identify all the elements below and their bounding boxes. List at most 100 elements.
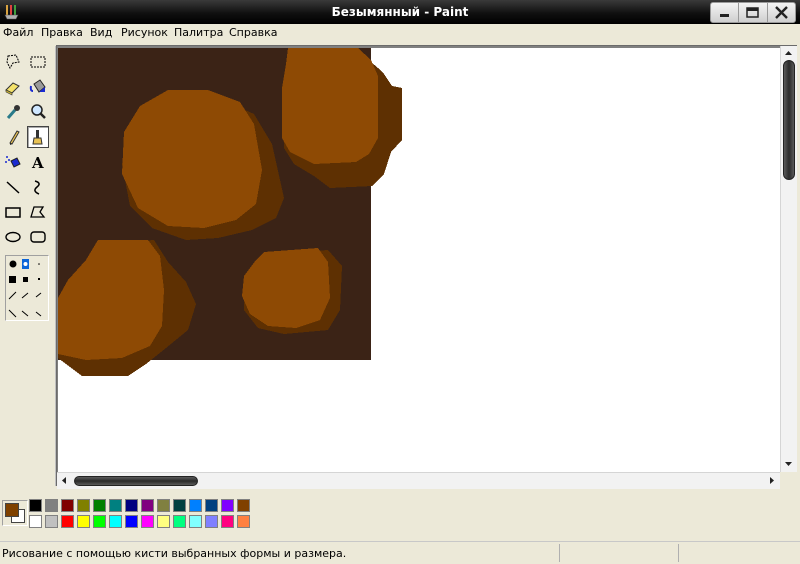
maximize-icon [746, 7, 760, 18]
status-text: Рисование с помощью кисти выбранных форм… [2, 547, 347, 560]
fill-bucket-icon [29, 79, 46, 93]
palette-swatch[interactable] [109, 499, 122, 512]
airbrush-icon [5, 156, 21, 168]
palette-swatch[interactable] [189, 515, 202, 528]
rectangle-icon [5, 207, 21, 218]
horizontal-scroll-thumb[interactable] [74, 476, 198, 486]
tool-free-form-select[interactable] [2, 51, 24, 73]
tool-rounded-rect[interactable] [27, 226, 49, 248]
palette-swatch[interactable] [173, 499, 186, 512]
foreground-color-swatch[interactable] [5, 503, 19, 517]
window-title: Безымянный - Paint [331, 5, 469, 19]
rect-select-icon [30, 56, 46, 68]
palette-swatch[interactable] [61, 499, 74, 512]
tool-airbrush[interactable] [2, 151, 24, 173]
palette-swatch[interactable] [141, 515, 154, 528]
palette-swatch[interactable] [125, 499, 138, 512]
tool-pencil[interactable] [2, 126, 24, 148]
palette-swatch[interactable] [189, 499, 202, 512]
tool-polygon[interactable] [27, 201, 49, 223]
tool-rectangle[interactable] [2, 201, 24, 223]
scroll-right-icon[interactable] [764, 473, 779, 488]
scroll-left-icon[interactable] [57, 473, 72, 488]
palette-swatch[interactable] [141, 499, 154, 512]
menu-edit[interactable]: Правка [41, 26, 83, 39]
close-button[interactable] [768, 3, 795, 22]
palette-swatch[interactable] [93, 499, 106, 512]
size-grip[interactable] [780, 472, 797, 488]
palette-swatch[interactable] [93, 515, 106, 528]
tool-ellipse[interactable] [2, 226, 24, 248]
brush-icon [32, 130, 43, 145]
minimize-button[interactable] [711, 3, 740, 22]
palette-swatch[interactable] [205, 515, 218, 528]
palette-swatch[interactable] [61, 515, 74, 528]
line-icon [6, 181, 20, 194]
palette-swatch[interactable] [205, 499, 218, 512]
canvas-blob-middle [242, 248, 342, 334]
tool-text[interactable]: A [27, 151, 49, 173]
status-bar: Рисование с помощью кисти выбранных форм… [0, 541, 800, 564]
palette-swatch[interactable] [77, 515, 90, 528]
tool-curve[interactable] [27, 176, 49, 198]
current-colors [2, 500, 28, 526]
palette-swatch[interactable] [45, 515, 58, 528]
menu-view[interactable]: Вид [90, 26, 112, 39]
palette-swatch[interactable] [237, 515, 250, 528]
palette-swatch[interactable] [221, 515, 234, 528]
palette-swatch[interactable] [157, 515, 170, 528]
polygon-icon [30, 206, 46, 218]
vertical-scroll-thumb[interactable] [783, 60, 795, 180]
status-coords-panel [559, 544, 678, 562]
palette-swatch[interactable] [29, 499, 42, 512]
ellipse-icon [5, 231, 21, 243]
text-icon: A [31, 154, 44, 172]
eyedropper-icon [6, 105, 20, 119]
brush-shapes-icon[interactable] [6, 256, 48, 320]
palette-swatch[interactable] [173, 515, 186, 528]
tool-pick-color[interactable] [2, 101, 24, 123]
menu-file[interactable]: Файл [3, 26, 33, 39]
rounded-rect-icon [30, 231, 46, 243]
menu-bar: Файл Правка Вид Рисунок Палитра Справка [0, 24, 800, 43]
drawing-canvas[interactable] [58, 48, 780, 472]
magnifier-icon [31, 104, 46, 119]
palette-swatch[interactable] [125, 515, 138, 528]
palette-swatch[interactable] [77, 499, 90, 512]
tool-magnifier[interactable] [27, 101, 49, 123]
menu-image[interactable]: Рисунок [121, 26, 168, 39]
scroll-up-icon[interactable] [781, 46, 796, 61]
curve-icon [34, 180, 40, 195]
close-icon [774, 6, 788, 19]
title-bar: Безымянный - Paint [0, 0, 800, 24]
tool-eraser[interactable] [2, 76, 24, 98]
palette-swatch[interactable] [45, 499, 58, 512]
color-palette [0, 490, 800, 538]
maximize-button[interactable] [739, 3, 768, 22]
palette-swatch[interactable] [109, 515, 122, 528]
canvas-drawing [58, 48, 402, 376]
horizontal-scrollbar[interactable] [57, 472, 780, 489]
tool-line[interactable] [2, 176, 24, 198]
free-form-select-icon [6, 54, 20, 70]
status-size-panel [678, 544, 799, 562]
palette-swatch[interactable] [237, 499, 250, 512]
menu-palette[interactable]: Палитра [174, 26, 223, 39]
pencil-icon [9, 130, 20, 145]
tool-rect-select[interactable] [27, 51, 49, 73]
palette-swatch[interactable] [29, 515, 42, 528]
palette-swatch[interactable] [157, 499, 170, 512]
tool-fill[interactable] [27, 76, 49, 98]
palette-swatch[interactable] [221, 499, 234, 512]
scroll-down-icon[interactable] [781, 456, 796, 471]
brush-shape-options [5, 255, 49, 321]
toolbox: A [0, 46, 56, 486]
tool-brush[interactable] [27, 126, 49, 148]
text-tool-label: A [31, 154, 44, 172]
window-controls [710, 2, 796, 23]
minimize-icon [720, 14, 729, 17]
canvas-blob-top-right [282, 48, 402, 188]
menu-help[interactable]: Справка [229, 26, 277, 39]
vertical-scrollbar[interactable] [780, 46, 797, 472]
eraser-icon [5, 82, 20, 96]
